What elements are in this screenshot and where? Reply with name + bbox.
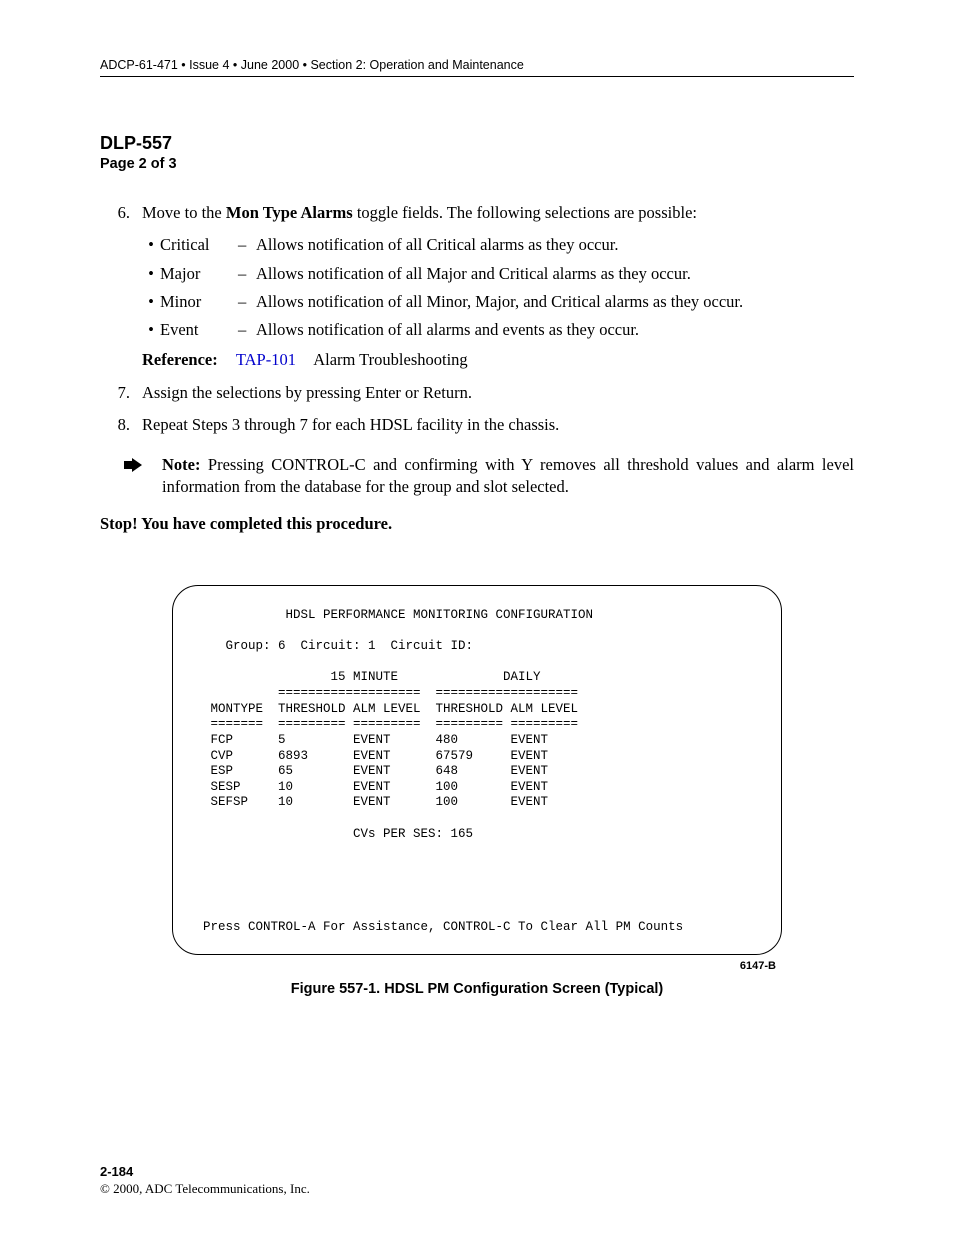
header-text: ADCP-61-471 • Issue 4 • June 2000 • Sect… bbox=[100, 58, 524, 72]
figure-code: 6147-B bbox=[172, 959, 782, 974]
terminal-hdr: ======= ========= ========= ========= ==… bbox=[203, 717, 751, 733]
step-content: Assign the selections by pressing Enter … bbox=[142, 382, 854, 404]
terminal-hdr: 15 MINUTE DAILY bbox=[203, 670, 751, 686]
note-text: Pressing CONTROL-C and confirming with Y… bbox=[162, 455, 854, 496]
bullet-desc: Allows notification of all alarms and ev… bbox=[256, 319, 854, 341]
step-number: 8. bbox=[100, 414, 130, 436]
bullet-dot: • bbox=[142, 234, 160, 256]
bullet-item: • Critical – Allows notification of all … bbox=[142, 234, 854, 256]
stop-line: Stop! You have completed this procedure. bbox=[100, 513, 854, 535]
step-6: 6. Move to the Mon Type Alarms toggle fi… bbox=[100, 202, 854, 224]
bullet-dash: – bbox=[238, 234, 256, 256]
bullet-name: Critical bbox=[160, 234, 238, 256]
page-indicator: Page 2 of 3 bbox=[100, 156, 854, 172]
bullet-desc: Allows notification of all Minor, Major,… bbox=[256, 291, 854, 313]
document-header: ADCP-61-471 • Issue 4 • June 2000 • Sect… bbox=[100, 56, 854, 77]
bullet-name: Event bbox=[160, 319, 238, 341]
bullet-desc: Allows notification of all Major and Cri… bbox=[256, 263, 854, 285]
terminal-row: ESP 65 EVENT 648 EVENT bbox=[203, 764, 751, 780]
bullet-dot: • bbox=[142, 291, 160, 313]
bullet-name: Minor bbox=[160, 291, 238, 313]
bullet-list: • Critical – Allows notification of all … bbox=[142, 234, 854, 341]
terminal-title: HDSL PERFORMANCE MONITORING CONFIGURATIO… bbox=[203, 608, 751, 624]
reference-link[interactable]: TAP-101 bbox=[236, 350, 296, 369]
footer-copyright: © 2000, ADC Telecommunications, Inc. bbox=[100, 1181, 310, 1197]
terminal-row: CVP 6893 EVENT 67579 EVENT bbox=[203, 749, 751, 765]
bullet-item: • Minor – Allows notification of all Min… bbox=[142, 291, 854, 313]
page-footer: 2-184 © 2000, ADC Telecommunications, In… bbox=[100, 1164, 310, 1197]
terminal-row: SEFSP 10 EVENT 100 EVENT bbox=[203, 795, 751, 811]
bullet-item: • Major – Allows notification of all Maj… bbox=[142, 263, 854, 285]
terminal-hdr: MONTYPE THRESHOLD ALM LEVEL THRESHOLD AL… bbox=[203, 702, 751, 718]
step-content: Repeat Steps 3 through 7 for each HDSL f… bbox=[142, 414, 854, 436]
terminal-cvs: CVs PER SES: 165 bbox=[203, 827, 751, 843]
note-arrow-icon bbox=[124, 454, 144, 499]
figure-caption: Figure 557-1. HDSL PM Configuration Scre… bbox=[172, 980, 782, 1000]
terminal-hdr: =================== =================== bbox=[203, 686, 751, 702]
bullet-item: • Event – Allows notification of all ala… bbox=[142, 319, 854, 341]
reference-row: Reference: TAP-101 Alarm Troubleshooting bbox=[142, 349, 854, 371]
note-label: Note: bbox=[162, 455, 200, 474]
terminal-row: SESP 10 EVENT 100 EVENT bbox=[203, 780, 751, 796]
reference-label: Reference: bbox=[142, 350, 218, 369]
bullet-desc: Allows notification of all Critical alar… bbox=[256, 234, 854, 256]
bullet-dash: – bbox=[238, 319, 256, 341]
terminal-footer: Press CONTROL-A For Assistance, CONTROL-… bbox=[203, 920, 751, 936]
bullet-name: Major bbox=[160, 263, 238, 285]
bullet-dash: – bbox=[238, 291, 256, 313]
step-text-pre: Move to the bbox=[142, 203, 226, 222]
terminal-row: FCP 5 EVENT 480 EVENT bbox=[203, 733, 751, 749]
bullet-dot: • bbox=[142, 263, 160, 285]
bullet-dot: • bbox=[142, 319, 160, 341]
note: Note: Pressing CONTROL-C and confirming … bbox=[124, 454, 854, 499]
figure: HDSL PERFORMANCE MONITORING CONFIGURATIO… bbox=[172, 585, 782, 1000]
step-8: 8. Repeat Steps 3 through 7 for each HDS… bbox=[100, 414, 854, 436]
reference-text: Alarm Troubleshooting bbox=[313, 350, 467, 369]
dlp-heading: DLP-557 bbox=[100, 133, 854, 154]
step-number: 7. bbox=[100, 382, 130, 404]
bullet-dash: – bbox=[238, 263, 256, 285]
step-text-bold: Mon Type Alarms bbox=[226, 203, 353, 222]
step-content: Move to the Mon Type Alarms toggle field… bbox=[142, 202, 854, 224]
terminal-group: Group: 6 Circuit: 1 Circuit ID: bbox=[203, 639, 751, 655]
footer-page-number: 2-184 bbox=[100, 1164, 310, 1179]
terminal-screen: HDSL PERFORMANCE MONITORING CONFIGURATIO… bbox=[172, 585, 782, 955]
step-7: 7. Assign the selections by pressing Ent… bbox=[100, 382, 854, 404]
step-text-post: toggle fields. The following selections … bbox=[353, 203, 697, 222]
step-number: 6. bbox=[100, 202, 130, 224]
